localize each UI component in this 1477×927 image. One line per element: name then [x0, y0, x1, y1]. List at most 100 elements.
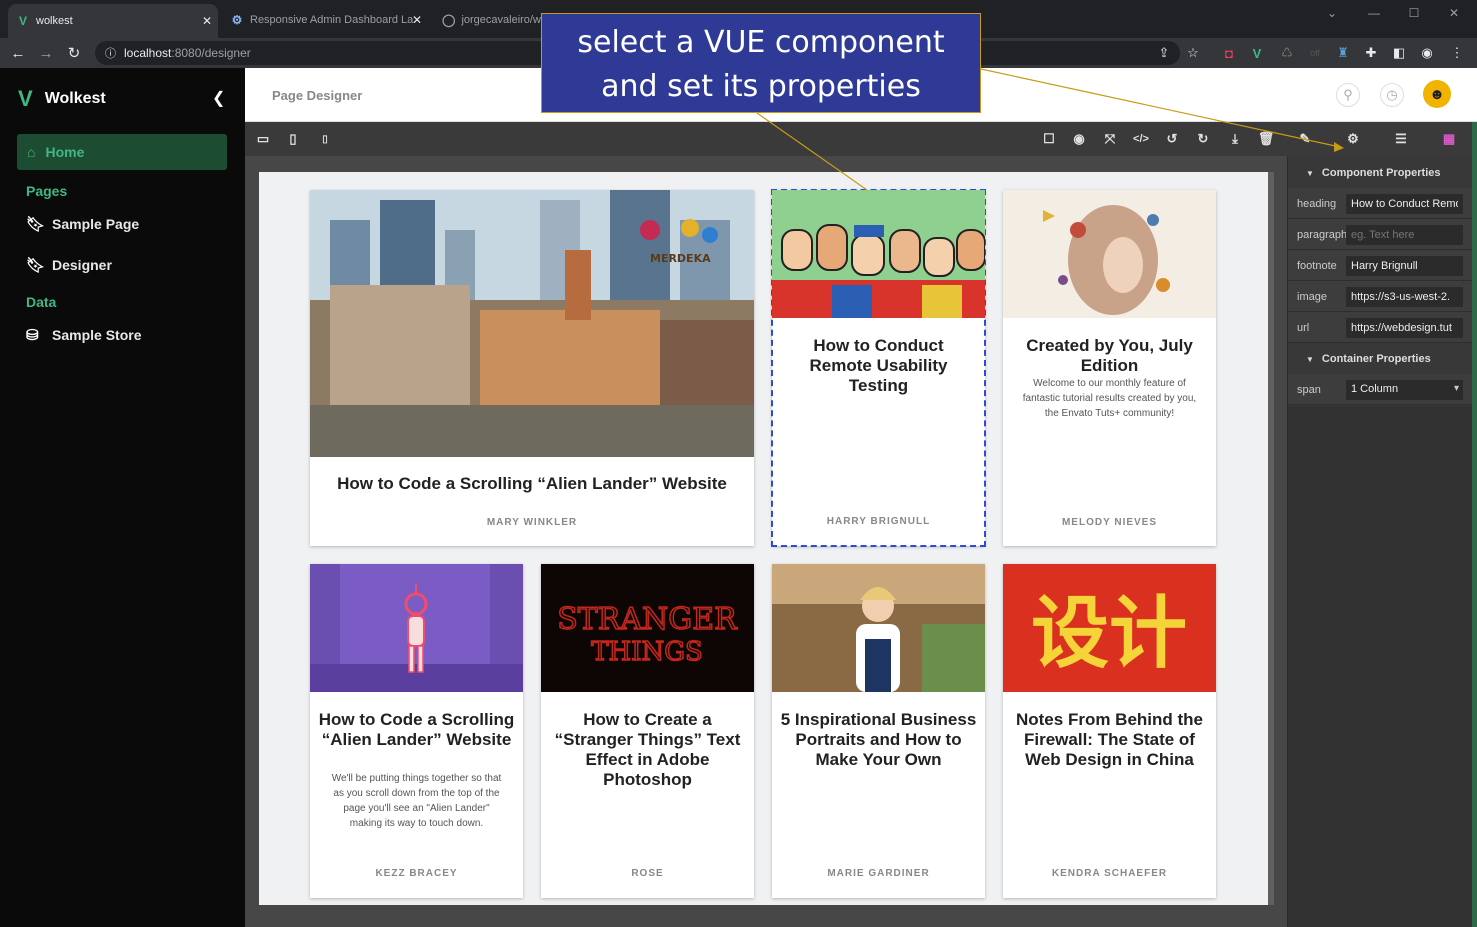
database-icon: ⛁: [26, 327, 39, 344]
card-paragraph: Welcome to our monthly feature of fantas…: [1022, 378, 1197, 419]
card-firewall-china[interactable]: 设计 Notes From Behind the Firewall: The S…: [1003, 564, 1216, 898]
url-host: localhost: [124, 46, 172, 60]
card-image: MERDEKA: [310, 190, 754, 457]
callout-line1: select a VUE component: [577, 25, 945, 60]
card-footnote: MARY WINKLER: [486, 517, 578, 528]
puzzle-icon[interactable]: ✚: [1362, 44, 1380, 62]
panel-edge: [1472, 122, 1477, 927]
paragraph-input[interactable]: [1346, 225, 1463, 245]
card-created-by-you[interactable]: Created by You, July Edition Welcome to …: [1003, 190, 1216, 546]
sidepanel-icon[interactable]: ◧: [1390, 44, 1408, 62]
gear-favicon-icon: ⚙: [231, 13, 243, 27]
forward-icon[interactable]: →: [36, 43, 56, 63]
app-name: Wolkest: [44, 90, 106, 107]
container-properties-header[interactable]: ▼ Container Properties: [1306, 353, 1431, 365]
share-icon[interactable]: ⇪: [1155, 44, 1173, 62]
download-icon[interactable]: ⤓: [1225, 129, 1245, 149]
collapse-sidebar-icon[interactable]: ❮: [212, 88, 225, 108]
blocks-grid-icon[interactable]: ▦: [1439, 129, 1459, 149]
sidebar-item-sample-page[interactable]: 🔖︎ Sample Page: [26, 215, 139, 233]
prop-row-span: span 1 Column: [1288, 374, 1477, 405]
component-properties-header[interactable]: ▼ Component Properties: [1306, 167, 1441, 179]
card-footnote: KENDRA SCHAEFER: [1051, 868, 1168, 879]
preview-eye-icon[interactable]: ◉: [1069, 129, 1089, 149]
prop-row-footnote: footnote: [1288, 250, 1477, 281]
back-icon[interactable]: ←: [8, 43, 28, 63]
sidebar-item-designer[interactable]: 🔖︎ Designer: [26, 256, 112, 274]
extension-off-icon[interactable]: off: [1306, 44, 1324, 62]
card-heading: Created by You, July Edition: [1026, 336, 1193, 375]
sidebar-item-label: Home: [45, 144, 85, 160]
card-image: [1003, 190, 1216, 318]
code-view-icon[interactable]: </>: [1131, 129, 1151, 149]
sidebar-item-home[interactable]: ⌂ Home: [17, 134, 227, 170]
card-heading: Notes From Behind the Firewall: The Stat…: [1015, 710, 1203, 769]
search-icon[interactable]: ⚲: [1336, 83, 1360, 107]
tab-github[interactable]: ◯ jorgecavaleiro/w: [434, 6, 542, 34]
style-manager-brush-icon[interactable]: ✎: [1295, 129, 1315, 149]
desktop-view-icon[interactable]: ▭: [253, 129, 273, 149]
trash-icon[interactable]: 🗑︎: [1256, 129, 1276, 149]
prop-row-paragraph: paragraph: [1288, 219, 1477, 250]
tab-label: wolkest: [36, 15, 73, 27]
card-alien-lander-mary[interactable]: MERDEKA How to Code a Scrolling “Alien L…: [310, 190, 754, 546]
bookmark-star-icon[interactable]: ☆: [1184, 44, 1202, 62]
reload-icon[interactable]: ↻: [64, 43, 84, 63]
card-footnote: KEZZ BRACEY: [375, 868, 458, 879]
card-alien-lander-kezz[interactable]: How to Code a Scrolling “Alien Lander” W…: [310, 564, 523, 898]
minimize-icon[interactable]: —: [1354, 0, 1394, 26]
footnote-input[interactable]: [1346, 256, 1463, 276]
card-remote-usability[interactable]: How to Conduct Remote Usability Testing …: [771, 189, 986, 547]
card-image: [772, 190, 985, 318]
close-window-icon[interactable]: ✕: [1434, 0, 1474, 26]
card-footnote: MELODY NIEVES: [1061, 517, 1158, 528]
sidebar: V Wolkest ❮ ⌂ Home Pages 🔖︎ Sample Page …: [0, 68, 245, 927]
tab-wolkest[interactable]: V wolkest ✕: [8, 4, 218, 38]
image-input[interactable]: [1346, 287, 1463, 307]
vue-devtools-icon[interactable]: V: [1248, 44, 1266, 62]
kebab-menu-icon[interactable]: ⋮: [1448, 44, 1466, 62]
card-stranger-things[interactable]: STRANGER THINGS How to Create a “Strange…: [541, 564, 754, 898]
close-tab-icon[interactable]: ✕: [412, 13, 422, 27]
profile-icon[interactable]: ◉: [1418, 44, 1436, 62]
sidebar-section-data: Data: [26, 294, 57, 310]
merdeka-sign: MERDEKA: [650, 252, 711, 265]
tab-label: Responsive Admin Dashboard La: [250, 14, 414, 26]
properties-empty-area: [1288, 406, 1477, 927]
card-heading: How to Conduct Remote Usability Testing: [809, 336, 948, 395]
span-select[interactable]: 1 Column: [1346, 380, 1463, 400]
close-tab-icon[interactable]: ✕: [202, 14, 212, 28]
prop-label: image: [1297, 291, 1327, 303]
tab-responsive-admin[interactable]: ⚙ Responsive Admin Dashboard La ✕: [222, 6, 428, 34]
china-characters: 设计: [1031, 589, 1187, 679]
prop-row-heading: heading: [1288, 188, 1477, 219]
layer-manager-icon[interactable]: ☰: [1391, 129, 1411, 149]
canvas-scrollbar[interactable]: [1268, 172, 1274, 905]
bookmark-icon: 🔖︎: [26, 216, 46, 233]
tablet-view-icon[interactable]: ▯: [283, 129, 303, 149]
maximize-icon[interactable]: ☐: [1394, 0, 1434, 26]
annotation-callout: select a VUE component and set its prope…: [541, 13, 981, 113]
heading-input[interactable]: [1346, 194, 1463, 214]
extension-icon[interactable]: ♺: [1278, 44, 1296, 62]
history-icon[interactable]: ◷: [1380, 83, 1404, 107]
tab-search-icon[interactable]: ⌄: [1312, 0, 1352, 26]
stranger-text-line1: STRANGER: [557, 602, 738, 637]
mobile-view-icon[interactable]: ▯: [315, 129, 335, 149]
card-business-portraits[interactable]: 5 Inspirational Business Portraits and H…: [772, 564, 985, 898]
brand[interactable]: V Wolkest: [18, 86, 106, 112]
card-heading: How to Code a Scrolling “Alien Lander” W…: [337, 474, 727, 493]
sidebar-item-sample-store[interactable]: ⛁ Sample Store: [26, 326, 141, 344]
designer-canvas-area: MERDEKA How to Code a Scrolling “Alien L…: [245, 156, 1287, 927]
shirt-extension-icon[interactable]: ♜: [1334, 44, 1352, 62]
url-input[interactable]: [1346, 318, 1463, 338]
undo-icon[interactable]: ↺: [1162, 129, 1182, 149]
redo-icon[interactable]: ↻: [1193, 129, 1213, 149]
avatar[interactable]: ☻: [1423, 80, 1451, 108]
url-path: :8080/designer: [171, 46, 251, 60]
settings-gear-icon[interactable]: ⚙: [1343, 129, 1363, 149]
prop-label: span: [1297, 384, 1321, 396]
pocket-icon[interactable]: ◘: [1220, 44, 1238, 62]
fullscreen-icon[interactable]: ⤧: [1100, 129, 1120, 149]
outline-toggle-icon[interactable]: ☐: [1039, 129, 1059, 149]
